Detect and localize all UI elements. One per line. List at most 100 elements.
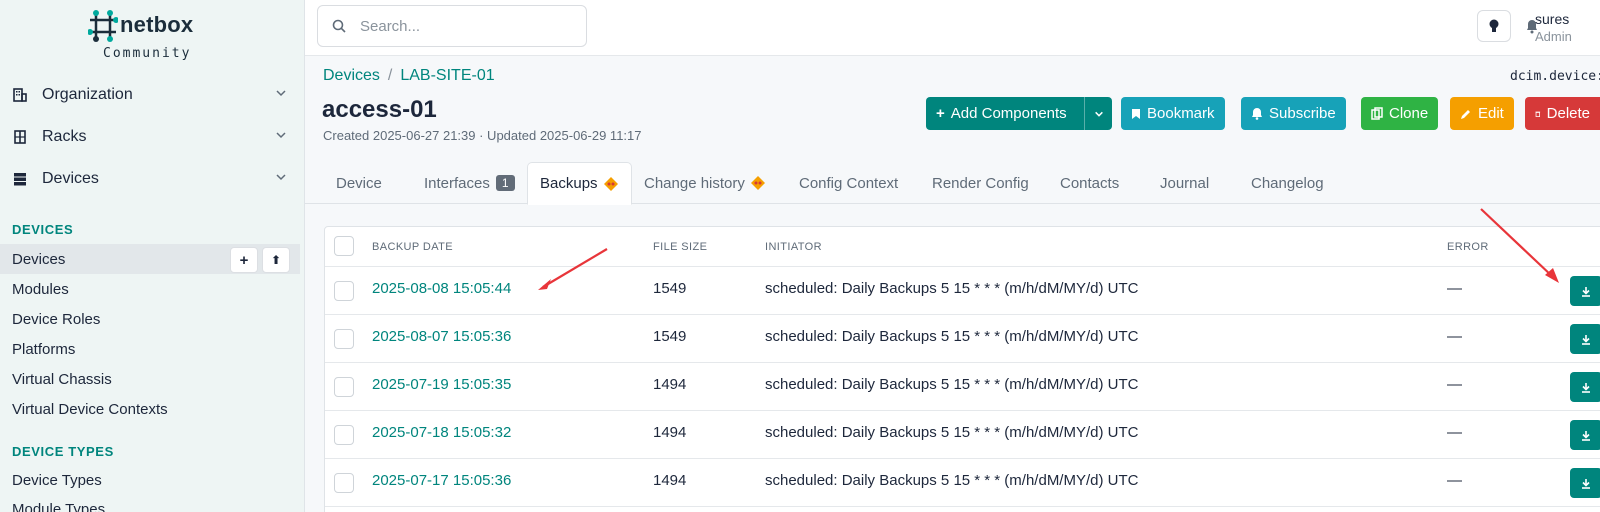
search-icon bbox=[332, 19, 346, 33]
sidebar-item-device-roles[interactable]: Device Roles bbox=[0, 304, 300, 334]
tab-config-context[interactable]: Config Context bbox=[787, 162, 910, 204]
sidebar-item-virtual-chassis[interactable]: Virtual Chassis bbox=[0, 364, 300, 394]
table-row: 2025-08-07 15:05:36 1549 scheduled: Dail… bbox=[325, 315, 1600, 363]
row-checkbox[interactable] bbox=[334, 473, 354, 493]
sidebar-item-module-types[interactable]: Module Types bbox=[0, 494, 300, 512]
column-header-backup-date[interactable]: BACKUP DATE bbox=[372, 241, 453, 253]
tab-device[interactable]: Device bbox=[324, 162, 394, 204]
theme-toggle-button[interactable] bbox=[1477, 10, 1511, 42]
user-name: sures bbox=[1535, 11, 1570, 27]
sidebar-item-label: Module Types bbox=[12, 500, 106, 512]
delete-label: Delete bbox=[1546, 105, 1590, 122]
sidebar-item-platforms[interactable]: Platforms bbox=[0, 334, 300, 364]
error: — bbox=[1447, 424, 1462, 441]
column-header-initiator[interactable]: INITIATOR bbox=[765, 241, 822, 253]
row-checkbox[interactable] bbox=[334, 281, 354, 301]
subscribe-button[interactable]: Subscribe bbox=[1241, 97, 1346, 130]
sidebar-item-virtual-device-contexts[interactable]: Virtual Device Contexts bbox=[0, 394, 300, 424]
tab-bar: Device Interfaces 1 Backups Change histor… bbox=[305, 162, 1600, 205]
download-button[interactable] bbox=[1570, 468, 1600, 498]
sidebar-item-label: Virtual Device Contexts bbox=[12, 400, 168, 418]
download-icon bbox=[1582, 478, 1590, 489]
sidebar-group-organization[interactable]: Organization bbox=[0, 75, 305, 115]
download-icon bbox=[1582, 286, 1590, 297]
file-size: 1549 bbox=[653, 328, 687, 345]
tab-label: Config Context bbox=[799, 174, 899, 192]
add-components-button[interactable]: + Add Components bbox=[926, 97, 1112, 130]
clone-button[interactable]: Clone bbox=[1361, 97, 1439, 130]
tab-label: Device bbox=[336, 174, 382, 192]
error: — bbox=[1447, 328, 1462, 345]
backups-table: BACKUP DATE FILE SIZE INITIATOR ERROR 20… bbox=[324, 226, 1600, 512]
bookmark-button[interactable]: Bookmark bbox=[1121, 97, 1225, 130]
tab-interfaces[interactable]: Interfaces 1 bbox=[412, 162, 527, 204]
table-header: BACKUP DATE FILE SIZE INITIATOR ERROR bbox=[325, 227, 1600, 267]
tab-changelog[interactable]: Changelog bbox=[1239, 162, 1336, 204]
sidebar-group-racks[interactable]: Racks bbox=[0, 117, 305, 157]
clone-label: Clone bbox=[1389, 105, 1429, 122]
sidebar-item-label: Platforms bbox=[12, 340, 76, 358]
plugin-icon bbox=[603, 176, 618, 191]
table-row: 2025-07-18 15:05:32 1494 scheduled: Dail… bbox=[325, 411, 1600, 459]
error: — bbox=[1447, 280, 1462, 297]
download-button[interactable] bbox=[1570, 324, 1600, 354]
trash-icon bbox=[1535, 111, 1541, 117]
tab-journal[interactable]: Journal bbox=[1148, 162, 1221, 204]
bookmark-icon bbox=[1132, 108, 1140, 119]
logo-edition: Community bbox=[103, 46, 192, 61]
backup-date-link[interactable]: 2025-08-07 15:05:36 bbox=[372, 328, 511, 345]
server-icon bbox=[14, 173, 26, 186]
import-device-button[interactable]: ⬆ bbox=[262, 247, 290, 273]
tab-render-config[interactable]: Render Config bbox=[920, 162, 1041, 204]
edit-button[interactable]: Edit bbox=[1450, 97, 1514, 130]
tab-change-history[interactable]: Change history bbox=[632, 162, 778, 204]
backup-date-link[interactable]: 2025-07-17 15:05:36 bbox=[372, 472, 511, 489]
sidebar-item-label: Devices bbox=[12, 250, 66, 268]
row-checkbox[interactable] bbox=[334, 425, 354, 445]
user-menu[interactable]: sures Admin bbox=[1535, 10, 1572, 46]
initiator: scheduled: Daily Backups 5 15 * * * (m/h… bbox=[765, 424, 1139, 441]
search-input[interactable] bbox=[360, 17, 560, 35]
download-button[interactable] bbox=[1570, 420, 1600, 450]
breadcrumb-site[interactable]: LAB-SITE-01 bbox=[400, 67, 494, 84]
sidebar-item-label: Device Types bbox=[12, 471, 102, 489]
subscribe-label: Subscribe bbox=[1269, 105, 1336, 122]
breadcrumb-devices[interactable]: Devices bbox=[323, 67, 380, 84]
netbox-logo[interactable]: netbox Community bbox=[88, 6, 248, 64]
add-components-dropdown[interactable] bbox=[1084, 97, 1112, 130]
tab-contacts[interactable]: Contacts bbox=[1048, 162, 1131, 204]
add-components-label: Add Components bbox=[950, 105, 1067, 122]
table-row: 2025-08-08 15:05:44 1549 scheduled: Dail… bbox=[325, 267, 1600, 315]
column-header-file-size[interactable]: FILE SIZE bbox=[653, 241, 707, 253]
download-icon bbox=[1582, 382, 1590, 393]
table-row: 2025-07-17 15:05:36 1494 scheduled: Dail… bbox=[325, 459, 1600, 507]
pencil-icon bbox=[1461, 109, 1470, 119]
select-all-checkbox[interactable] bbox=[334, 236, 354, 256]
tab-backups[interactable]: Backups bbox=[527, 162, 632, 205]
sidebar-item-devices[interactable]: Devices + ⬆ bbox=[0, 244, 300, 274]
sidebar-item-device-types[interactable]: Device Types bbox=[0, 465, 300, 495]
row-checkbox[interactable] bbox=[334, 329, 354, 349]
backup-date-link[interactable]: 2025-08-08 15:05:44 bbox=[372, 280, 511, 297]
download-button[interactable] bbox=[1570, 372, 1600, 402]
copy-icon bbox=[1371, 107, 1383, 120]
initiator: scheduled: Daily Backups 5 15 * * * (m/h… bbox=[765, 376, 1139, 393]
download-button[interactable] bbox=[1570, 276, 1600, 306]
lightbulb-icon bbox=[1489, 19, 1499, 32]
plugin-icon bbox=[750, 176, 765, 190]
sidebar-group-devices[interactable]: Devices bbox=[0, 159, 305, 199]
sidebar-group-label: Organization bbox=[42, 86, 133, 103]
sidebar-item-label: Modules bbox=[12, 280, 69, 298]
sidebar: netbox Community Organization Racks Devi… bbox=[0, 0, 305, 512]
initiator: scheduled: Daily Backups 5 15 * * * (m/h… bbox=[765, 472, 1139, 489]
sidebar-group-label: Devices bbox=[42, 170, 99, 187]
search-box[interactable] bbox=[317, 5, 587, 47]
sidebar-item-modules[interactable]: Modules bbox=[0, 274, 300, 304]
add-device-button[interactable]: + bbox=[230, 247, 258, 273]
row-checkbox[interactable] bbox=[334, 377, 354, 397]
backup-date-link[interactable]: 2025-07-18 15:05:32 bbox=[372, 424, 511, 441]
delete-button[interactable]: Delete bbox=[1525, 97, 1600, 130]
building-icon bbox=[13, 88, 27, 102]
annotation-arrow bbox=[538, 248, 608, 290]
backup-date-link[interactable]: 2025-07-19 15:05:35 bbox=[372, 376, 511, 393]
